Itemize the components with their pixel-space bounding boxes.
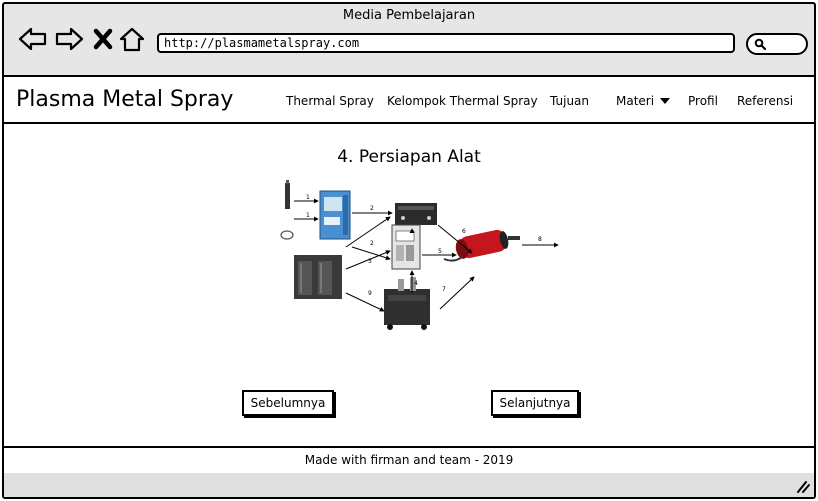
back-button[interactable] bbox=[18, 26, 48, 52]
arrow-label-1a: 1 bbox=[306, 194, 310, 201]
arrow-label-5: 5 bbox=[438, 248, 442, 255]
nav-menu-materi[interactable]: Materi bbox=[616, 94, 671, 108]
close-icon bbox=[93, 28, 113, 50]
home-button[interactable] bbox=[118, 26, 146, 52]
nav-link-tujuan[interactable]: Tujuan bbox=[550, 94, 589, 108]
page-heading: 4. Persiapan Alat bbox=[337, 147, 481, 167]
home-icon bbox=[119, 27, 145, 52]
search-icon bbox=[754, 38, 766, 50]
arrow-label-2a: 2 bbox=[370, 205, 374, 212]
browser-status-bar bbox=[4, 473, 814, 497]
nav-menu-materi-label: Materi bbox=[616, 94, 655, 108]
arrow-label-3: 3 bbox=[368, 258, 372, 265]
prev-button[interactable]: Sebelumnya bbox=[242, 390, 334, 416]
site-brand[interactable]: Plasma Metal Spray bbox=[16, 87, 233, 112]
gas-cylinders-image bbox=[280, 180, 294, 240]
stop-button[interactable] bbox=[92, 26, 114, 52]
browser-title: Media Pembelajaran bbox=[342, 8, 476, 23]
arrow-label-9: 9 bbox=[368, 290, 372, 297]
address-bar[interactable]: http://plasmametalspray.com bbox=[157, 33, 735, 53]
caret-down-icon bbox=[660, 98, 671, 104]
arrow-label-6: 6 bbox=[462, 228, 466, 235]
arrow-label-7: 7 bbox=[442, 286, 446, 293]
next-button[interactable]: Selanjutnya bbox=[491, 390, 579, 416]
site-header: Plasma Metal Spray Thermal Spray Kelompo… bbox=[4, 77, 814, 124]
powder-feeder-image bbox=[384, 277, 430, 330]
arrow-label-4: 4 bbox=[414, 280, 418, 287]
arrow-right-icon bbox=[55, 27, 84, 51]
power-supply-image bbox=[294, 255, 342, 299]
arrow-left-icon bbox=[18, 27, 47, 51]
site-footer: Made with firman and team - 2019 bbox=[4, 446, 814, 473]
nav-link-kelompok-thermal-spray[interactable]: Kelompok Thermal Spray bbox=[387, 94, 538, 108]
gas-control-console-image bbox=[391, 224, 421, 270]
controller-box-image bbox=[395, 203, 437, 225]
nav-link-thermal-spray[interactable]: Thermal Spray bbox=[286, 94, 374, 108]
equipment-diagram: 1 1 2 2 3 4 5 6 7 8 9 bbox=[280, 180, 559, 330]
browser-search[interactable] bbox=[746, 33, 808, 55]
forward-button[interactable] bbox=[54, 26, 84, 52]
browser-window: Media Pembelajaran http://plasmametalspr… bbox=[2, 2, 816, 499]
arrow-label-2b: 2 bbox=[370, 240, 374, 247]
plasma-gun-image bbox=[443, 229, 520, 262]
heat-exchanger-image bbox=[319, 190, 351, 240]
resize-handle-icon[interactable] bbox=[794, 479, 810, 493]
web-page: Plasma Metal Spray Thermal Spray Kelompo… bbox=[4, 75, 814, 473]
nav-link-profil[interactable]: Profil bbox=[688, 94, 718, 108]
nav-link-referensi[interactable]: Referensi bbox=[737, 94, 793, 108]
arrow-label-1b: 1 bbox=[306, 212, 310, 219]
arrow-label-8: 8 bbox=[538, 236, 542, 243]
